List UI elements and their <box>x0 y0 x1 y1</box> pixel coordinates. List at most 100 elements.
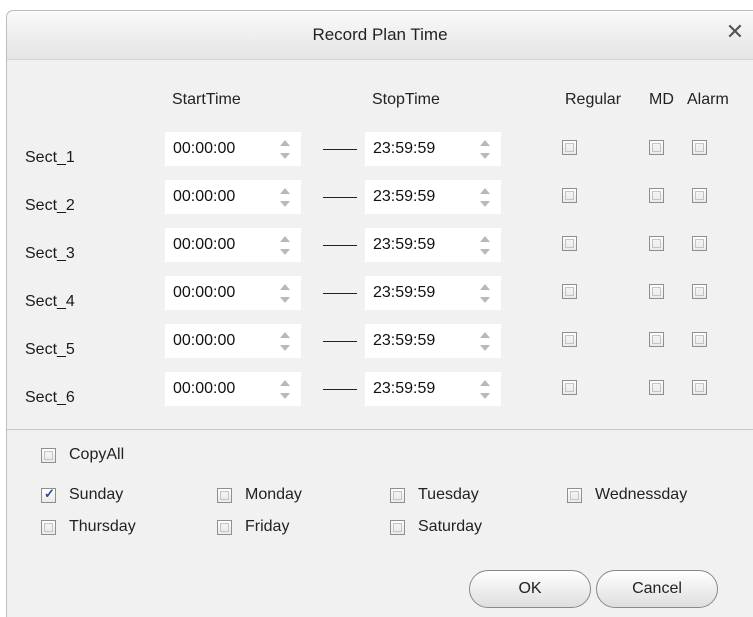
time-spinner[interactable] <box>475 184 495 210</box>
spin-up-icon[interactable] <box>275 280 295 293</box>
start-time-field[interactable]: 00:00:00 <box>165 276 301 310</box>
time-spinner[interactable] <box>275 184 295 210</box>
start-time-field[interactable]: 00:00:00 <box>165 372 301 406</box>
spin-down-icon[interactable] <box>275 197 295 210</box>
spin-down-icon[interactable] <box>475 149 495 162</box>
ok-button[interactable]: OK <box>469 570 591 608</box>
start-time-value: 00:00:00 <box>173 332 236 349</box>
regular-checkbox[interactable] <box>562 188 577 203</box>
header-start-time: StartTime <box>172 91 241 108</box>
alarm-checkbox[interactable] <box>692 236 707 251</box>
start-time-value: 00:00:00 <box>173 188 236 205</box>
day-checkbox-monday[interactable] <box>217 488 232 503</box>
spin-up-icon[interactable] <box>275 136 295 149</box>
spin-up-icon[interactable] <box>475 136 495 149</box>
alarm-checkbox[interactable] <box>692 284 707 299</box>
alarm-checkbox[interactable] <box>692 188 707 203</box>
header-md: MD <box>649 91 674 108</box>
day-checkbox-sunday[interactable]: ✓ <box>41 486 56 503</box>
spin-up-icon[interactable] <box>275 328 295 341</box>
spin-down-icon[interactable] <box>475 245 495 258</box>
spin-down-icon[interactable] <box>475 293 495 306</box>
time-spinner[interactable] <box>475 136 495 162</box>
cancel-button[interactable]: Cancel <box>596 570 718 608</box>
time-spinner[interactable] <box>275 280 295 306</box>
regular-checkbox[interactable] <box>562 284 577 299</box>
spin-down-icon[interactable] <box>275 149 295 162</box>
md-checkbox[interactable] <box>649 284 664 299</box>
spin-up-icon[interactable] <box>275 376 295 389</box>
start-time-field[interactable]: 00:00:00 <box>165 132 301 166</box>
stop-time-field[interactable]: 23:59:59 <box>365 372 501 406</box>
start-time-value: 00:00:00 <box>173 236 236 253</box>
start-time-value: 00:00:00 <box>173 284 236 301</box>
time-spinner[interactable] <box>475 232 495 258</box>
spin-down-icon[interactable] <box>475 341 495 354</box>
day-checkbox-tuesday[interactable] <box>390 488 405 503</box>
stop-time-field[interactable]: 23:59:59 <box>365 276 501 310</box>
time-spinner[interactable] <box>475 376 495 402</box>
spin-down-icon[interactable] <box>475 389 495 402</box>
range-dash <box>323 245 357 246</box>
alarm-checkbox[interactable] <box>692 140 707 155</box>
spin-up-icon[interactable] <box>275 232 295 245</box>
start-time-field[interactable]: 00:00:00 <box>165 324 301 358</box>
time-spinner[interactable] <box>275 232 295 258</box>
spin-down-icon[interactable] <box>275 293 295 306</box>
md-checkbox[interactable] <box>649 332 664 347</box>
md-checkbox[interactable] <box>649 188 664 203</box>
spin-down-icon[interactable] <box>275 389 295 402</box>
day-label-saturday: Saturday <box>418 518 483 535</box>
md-checkbox[interactable] <box>649 236 664 251</box>
range-dash <box>323 341 357 342</box>
stop-time-value: 23:59:59 <box>373 140 436 157</box>
spin-up-icon[interactable] <box>475 328 495 341</box>
start-time-field[interactable]: 00:00:00 <box>165 228 301 262</box>
day-checkbox-thursday[interactable] <box>41 520 56 535</box>
header-stop-time: StopTime <box>372 91 440 108</box>
time-spinner[interactable] <box>275 328 295 354</box>
sect-label: Sect_5 <box>25 341 75 358</box>
time-spinner[interactable] <box>275 136 295 162</box>
spin-up-icon[interactable] <box>475 376 495 389</box>
day-checkbox-friday[interactable] <box>217 520 232 535</box>
spin-down-icon[interactable] <box>475 197 495 210</box>
regular-checkbox[interactable] <box>562 236 577 251</box>
md-checkbox[interactable] <box>649 380 664 395</box>
close-icon[interactable]: ✕ <box>723 20 747 44</box>
start-time-field[interactable]: 00:00:00 <box>165 180 301 214</box>
alarm-checkbox[interactable] <box>692 332 707 347</box>
sect-label: Sect_2 <box>25 197 75 214</box>
regular-checkbox[interactable] <box>562 332 577 347</box>
stop-time-field[interactable]: 23:59:59 <box>365 324 501 358</box>
day-label-thursday: Thursday <box>69 518 136 535</box>
sect-label: Sect_1 <box>25 149 75 166</box>
spin-up-icon[interactable] <box>475 184 495 197</box>
day-label-wednessday: Wednessday <box>595 486 688 503</box>
range-dash <box>323 293 357 294</box>
stop-time-value: 23:59:59 <box>373 188 436 205</box>
spin-up-icon[interactable] <box>475 280 495 293</box>
regular-checkbox[interactable] <box>562 380 577 395</box>
day-checkbox-wednessday[interactable] <box>567 488 582 503</box>
day-checkbox-saturday[interactable] <box>390 520 405 535</box>
stop-time-field[interactable]: 23:59:59 <box>365 132 501 166</box>
spin-down-icon[interactable] <box>275 341 295 354</box>
copy-all-checkbox[interactable] <box>41 448 56 463</box>
spin-up-icon[interactable] <box>275 184 295 197</box>
day-label-tuesday: Tuesday <box>418 486 479 503</box>
spin-down-icon[interactable] <box>275 245 295 258</box>
day-label-monday: Monday <box>245 486 302 503</box>
record-plan-time-dialog: Record Plan Time ✕ StartTime StopTime Re… <box>6 10 753 617</box>
spin-up-icon[interactable] <box>475 232 495 245</box>
stop-time-field[interactable]: 23:59:59 <box>365 228 501 262</box>
day-label-friday: Friday <box>245 518 290 535</box>
regular-checkbox[interactable] <box>562 140 577 155</box>
md-checkbox[interactable] <box>649 140 664 155</box>
time-spinner[interactable] <box>275 376 295 402</box>
time-spinner[interactable] <box>475 280 495 306</box>
time-spinner[interactable] <box>475 328 495 354</box>
stop-time-field[interactable]: 23:59:59 <box>365 180 501 214</box>
alarm-checkbox[interactable] <box>692 380 707 395</box>
title-bar: Record Plan Time ✕ <box>7 11 753 60</box>
